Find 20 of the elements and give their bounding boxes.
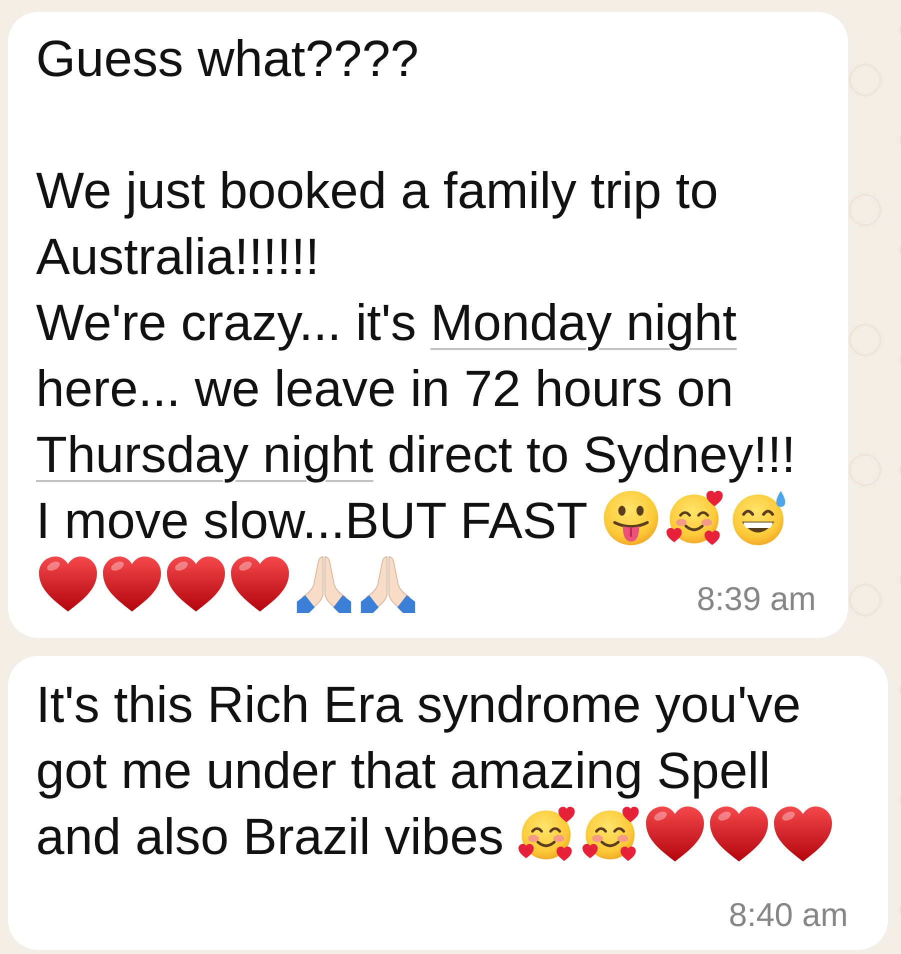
message-text: It's this Rich Era syndrome you've got me under that amazing Spell and also Brazil vibes: [36, 676, 835, 865]
date-link[interactable]: Thursday night: [36, 426, 374, 483]
message-time: 8:40 am: [728, 895, 848, 932]
tongue-face-icon: [602, 489, 660, 547]
heart-icon: [167, 555, 225, 613]
folded-hands-icon: [295, 555, 353, 613]
smiling-hearts-face-icon: [666, 489, 724, 547]
heart-icon: [646, 805, 704, 863]
heart-icon: [39, 555, 97, 613]
smiling-hearts-face-icon: [518, 805, 576, 863]
message-time: 8:39 am: [696, 579, 816, 616]
heart-icon: [774, 805, 832, 863]
sweat-smile-face-icon: [730, 489, 788, 547]
folded-hands-icon: [359, 555, 417, 613]
heart-icon: [103, 555, 161, 613]
heart-icon: [231, 555, 289, 613]
message-text: Guess what???? We just booked a family trip to Australia!!!!!! We're crazy... it's Monday night here... we leave in 72 hours on Thursday night direct to Sydney!!! I move slow...BUT FAST: [36, 30, 796, 549]
date-link[interactable]: Monday night: [430, 294, 737, 351]
heart-icon: [710, 805, 768, 863]
smiling-hearts-face-icon: [582, 805, 640, 863]
